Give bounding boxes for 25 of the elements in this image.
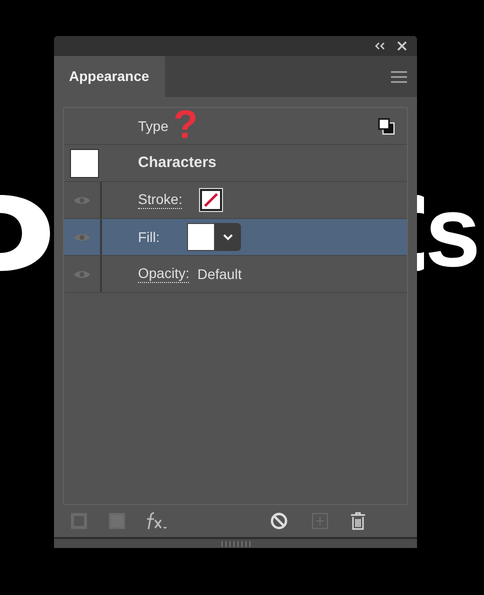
menu-icon[interactable] bbox=[391, 70, 407, 82]
chevron-down-icon bbox=[222, 233, 234, 241]
question-mark: ? bbox=[173, 105, 198, 145]
clear-icon[interactable] bbox=[270, 512, 288, 530]
appearance-row[interactable]: Opacity: Default bbox=[64, 256, 407, 293]
no-stroke-swatch[interactable] bbox=[199, 188, 224, 212]
color-swatch bbox=[70, 148, 98, 178]
appearance-row[interactable]: Stroke: bbox=[64, 182, 407, 219]
close-icon[interactable] bbox=[397, 41, 407, 51]
fill-swatch[interactable] bbox=[187, 223, 215, 251]
fill-label: Fill: bbox=[138, 228, 161, 246]
fill-dropdown[interactable] bbox=[215, 223, 241, 251]
fx-icon[interactable] bbox=[145, 511, 169, 531]
appearance-tab[interactable]: Appearance bbox=[54, 56, 165, 97]
type-label: Type bbox=[138, 116, 168, 136]
opacity-value: Default bbox=[197, 264, 242, 284]
collapse-icon[interactable] bbox=[375, 42, 385, 50]
resize-grip-icon[interactable] bbox=[220, 540, 250, 546]
characters-label: Characters bbox=[138, 152, 216, 173]
overlap-squares-icon[interactable] bbox=[378, 118, 395, 134]
opacity-link[interactable]: Opacity: bbox=[138, 264, 190, 284]
appearance-row[interactable]: Fill: bbox=[64, 219, 407, 256]
stroke-link[interactable]: Stroke: bbox=[138, 190, 182, 210]
backdrop-letter: s bbox=[425, 182, 482, 282]
trash-icon[interactable] bbox=[350, 512, 366, 530]
